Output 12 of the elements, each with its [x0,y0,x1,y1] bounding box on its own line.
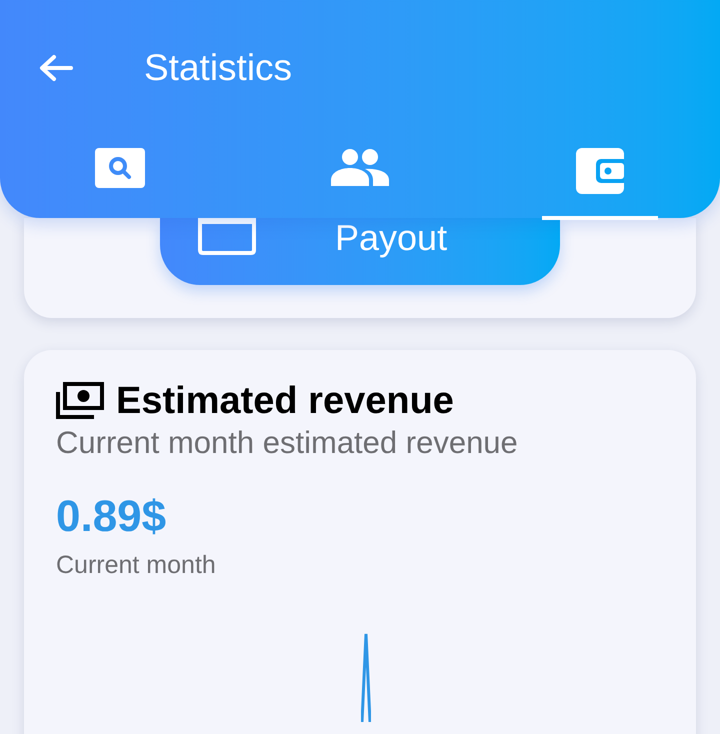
credit-card-icon [198,218,256,255]
people-icon [331,148,389,186]
payout-button[interactable]: Payout [160,218,560,285]
back-arrow-icon [39,54,73,82]
money-icon [56,382,104,420]
card-title: Estimated revenue [116,382,454,420]
card-subtitle: Current month estimated revenue [56,424,519,462]
wallet-icon [576,148,624,194]
page-title: Statistics [144,46,292,90]
amount-label: Current month [56,550,217,581]
revenue-amount: 0.89$ [56,494,168,539]
search-icon [95,148,145,188]
